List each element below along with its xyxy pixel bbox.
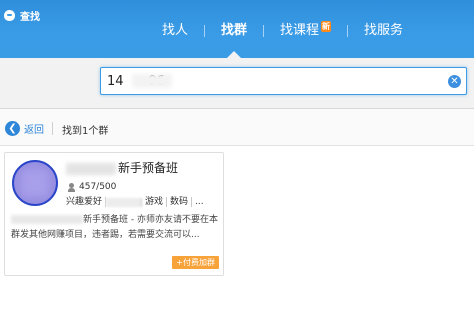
tab-label: 找服务 — [364, 23, 404, 38]
divider — [204, 25, 206, 37]
tab-find-service[interactable]: 找服务 — [352, 18, 415, 44]
divider — [263, 25, 265, 37]
nav-tabs: 找人 找群 找课程新 找服务 — [150, 18, 415, 58]
group-avatar[interactable] — [12, 160, 58, 206]
divider — [347, 25, 349, 37]
tab-find-group[interactable]: 找群 — [209, 18, 259, 58]
tag: 游戏 — [142, 197, 168, 207]
divider — [52, 122, 53, 135]
search-area: ✕ — [0, 58, 474, 108]
tag: ... — [195, 197, 204, 207]
group-tags: 兴趣爱好 游戏 数码 ... — [66, 197, 207, 207]
back-button[interactable]: ❮ 返回 — [5, 121, 44, 136]
back-arrow-icon: ❮ — [5, 121, 20, 136]
tag-redacted — [106, 197, 143, 207]
back-label: 返回 — [24, 125, 44, 136]
tab-find-course[interactable]: 找课程新 — [268, 18, 343, 44]
tag: 兴趣爱好 — [66, 197, 107, 207]
group-name[interactable]: 新手预备班 — [66, 159, 178, 176]
group-description: 新手预备班 - 亦师亦友请不要在本群发其他网赚项目，违者踢，若需要交流可以... — [11, 213, 219, 243]
app-logo: 查找 — [4, 8, 40, 23]
new-badge: 新 — [321, 21, 332, 32]
result-count: 找到1个群 — [62, 126, 109, 137]
tab-find-people[interactable]: 找人 — [150, 18, 200, 44]
window-title: 查找 — [20, 12, 40, 23]
header-bar: 查找 找人 找群 找课程新 找服务 — [0, 0, 474, 58]
results-toolbar: ❮ 返回 找到1个群 — [0, 108, 474, 146]
redacted-text — [11, 215, 83, 224]
search-box: ✕ — [100, 67, 467, 95]
redacted-text — [132, 74, 172, 88]
group-name-text: 新手预备班 — [118, 161, 179, 175]
paid-join-button[interactable]: +付费加群 — [172, 256, 219, 269]
user-icon — [68, 182, 75, 192]
tag: 数码 — [167, 197, 193, 207]
tab-label: 找人 — [162, 23, 189, 38]
member-count-text: 457/500 — [79, 182, 117, 192]
group-result-card[interactable]: 新手预备班 457/500 兴趣爱好 游戏 数码 ... 新手预备班 - 亦师亦… — [4, 152, 224, 276]
tab-label: 找课程 — [280, 23, 320, 38]
member-count: 457/500 — [68, 182, 116, 192]
qq-penguin-icon — [4, 10, 15, 21]
redacted-text — [66, 162, 116, 175]
clear-icon[interactable]: ✕ — [448, 75, 461, 88]
tab-label: 找群 — [221, 23, 248, 38]
